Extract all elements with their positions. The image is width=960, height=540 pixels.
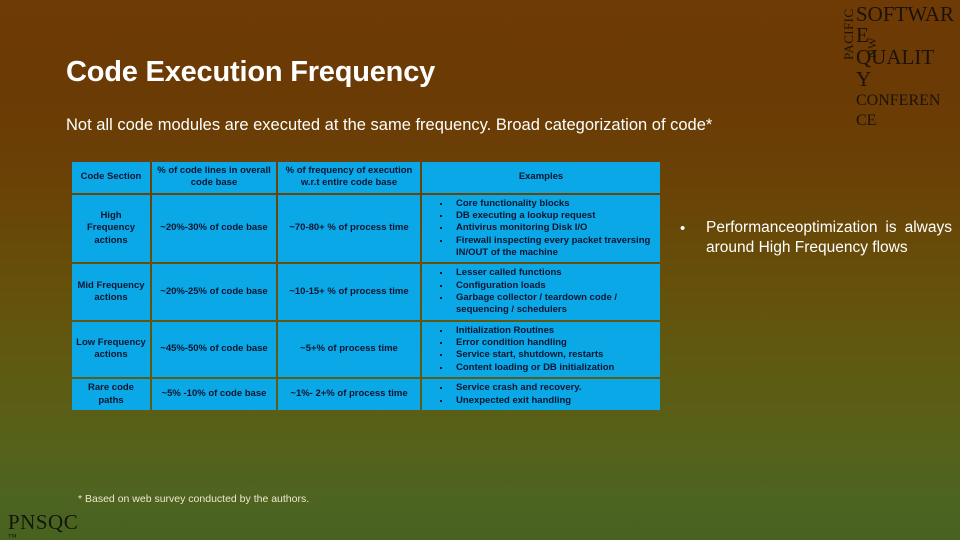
table-row: Rare code paths ~5% -10% of code base ~1…	[72, 379, 660, 410]
table-row: Low Frequency actions ~45%-50% of code b…	[72, 321, 660, 378]
cell-section: Rare code paths	[72, 379, 150, 410]
list-item: Service crash and recovery.	[440, 382, 656, 394]
side-note-text: Performanceoptimization is always around…	[706, 219, 952, 257]
slide-subtitle: Not all code modules are executed at the…	[66, 116, 713, 134]
cell-section: High Frequency actions	[72, 194, 150, 263]
list-item: Service start, shutdown, restarts	[440, 349, 656, 361]
list-item: Error condition handling	[440, 337, 656, 349]
logo-line-software: SOFTWAR	[856, 2, 955, 26]
cell-code-lines: ~5% -10% of code base	[152, 379, 276, 410]
code-frequency-table: Code Section % of code lines in overall …	[70, 160, 662, 412]
list-item: Core functionality blocks	[440, 198, 656, 210]
cell-frequency: ~5+% of process time	[278, 321, 420, 378]
slide-canvas: PACIFIC NW SOFTWAR E QUALIT Y CONFEREN C…	[0, 0, 960, 540]
cell-frequency: ~1%- 2+% of process time	[278, 379, 420, 410]
code-frequency-table-wrapper: Code Section % of code lines in overall …	[70, 160, 660, 412]
logo-line-y: Y	[856, 67, 872, 91]
cell-examples: Core functionality blocks DB executing a…	[422, 194, 660, 263]
pnsqc-tagline: ™	[8, 532, 18, 540]
slide-title: Code Execution Frequency	[66, 56, 436, 88]
pnsqc-name: PNSQC	[8, 510, 79, 534]
cell-frequency: ~10-15+ % of process time	[278, 264, 420, 320]
cell-section: Low Frequency actions	[72, 321, 150, 378]
column-header-code-lines: % of code lines in overall code base	[152, 162, 276, 193]
cell-frequency: ~70-80+ % of process time	[278, 194, 420, 263]
bullet-icon: •	[680, 220, 686, 237]
cell-code-lines: ~45%-50% of code base	[152, 321, 276, 378]
footnote: * Based on web survey conducted by the a…	[78, 493, 310, 505]
conference-logo: PACIFIC NW SOFTWAR E QUALIT Y CONFEREN C…	[826, 0, 960, 132]
cell-examples: Initialization Routines Error condition …	[422, 321, 660, 378]
examples-list: Lesser called functions Configuration lo…	[426, 267, 656, 316]
side-note: • Performanceoptimization is always arou…	[672, 218, 952, 258]
pnsqc-logo: PNSQC ™	[8, 511, 78, 540]
list-item: Content loading or DB initialization	[440, 362, 656, 374]
table-row: High Frequency actions ~20%-30% of code …	[72, 194, 660, 263]
cell-examples: Service crash and recovery. Unexpected e…	[422, 379, 660, 410]
table-header-row: Code Section % of code lines in overall …	[72, 162, 660, 193]
cell-examples: Lesser called functions Configuration lo…	[422, 264, 660, 320]
logo-line-conference: CONFEREN	[856, 92, 941, 109]
cell-code-lines: ~20%-30% of code base	[152, 194, 276, 263]
cell-code-lines: ~20%-25% of code base	[152, 264, 276, 320]
list-item: Lesser called functions	[440, 267, 656, 279]
column-header-examples: Examples	[422, 162, 660, 193]
list-item: Garbage collector / teardown code / sequ…	[440, 292, 656, 317]
column-header-frequency: % of frequency of execution w.r.t entire…	[278, 162, 420, 193]
list-item: Antivirus monitoring Disk I/O	[440, 222, 656, 234]
column-header-code-section: Code Section	[72, 162, 150, 193]
examples-list: Service crash and recovery. Unexpected e…	[426, 382, 656, 407]
list-item: Configuration loads	[440, 280, 656, 292]
examples-list: Core functionality blocks DB executing a…	[426, 198, 656, 260]
list-item: Unexpected exit handling	[440, 395, 656, 407]
logo-line-quality: QUALIT	[856, 45, 935, 69]
cell-section: Mid Frequency actions	[72, 264, 150, 320]
examples-list: Initialization Routines Error condition …	[426, 325, 656, 374]
table-row: Mid Frequency actions ~20%-25% of code b…	[72, 264, 660, 320]
logo-pacific-text: PACIFIC	[841, 8, 856, 60]
list-item: Firewall inspecting every packet travers…	[440, 235, 656, 260]
list-item: DB executing a lookup request	[440, 210, 656, 222]
list-item: Initialization Routines	[440, 325, 656, 337]
logo-line-e: E	[856, 23, 869, 47]
